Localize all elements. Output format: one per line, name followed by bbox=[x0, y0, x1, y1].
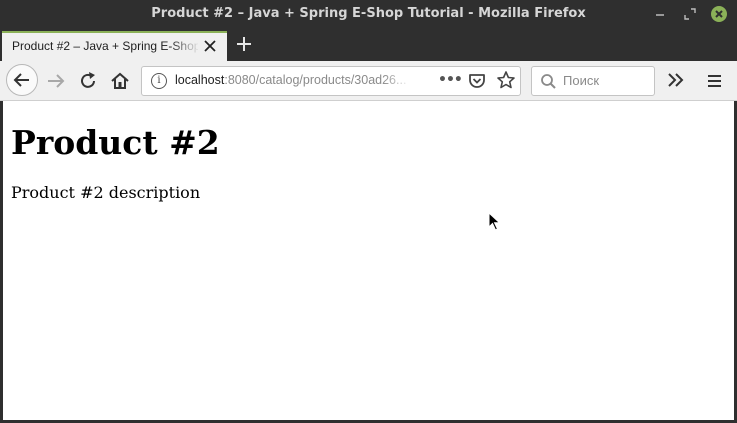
info-icon[interactable]: i bbox=[151, 73, 167, 89]
navigation-toolbar: i localhost:8080/catalog/products/30ad26… bbox=[0, 61, 737, 101]
page-content: Product #2 Product #2 description bbox=[3, 101, 734, 420]
close-icon bbox=[715, 10, 723, 18]
mouse-cursor-icon bbox=[488, 211, 502, 236]
page-actions-button[interactable]: ••• bbox=[438, 71, 463, 91]
url-fade bbox=[382, 69, 412, 93]
close-window-button[interactable] bbox=[711, 6, 727, 22]
minimize-button[interactable] bbox=[652, 6, 668, 22]
star-icon bbox=[497, 71, 515, 89]
arrow-right-icon bbox=[48, 74, 65, 88]
title-bar: Product #2 – Java + Spring E-Shop Tutori… bbox=[0, 0, 737, 30]
reload-button[interactable] bbox=[77, 70, 99, 92]
hamburger-icon bbox=[708, 75, 721, 77]
search-bar[interactable]: Поиск bbox=[531, 66, 655, 96]
url-text[interactable]: localhost:8080/catalog/products/30ad26..… bbox=[175, 73, 407, 87]
maximize-icon bbox=[684, 8, 696, 20]
home-button[interactable] bbox=[109, 70, 131, 92]
pocket-button[interactable] bbox=[468, 72, 486, 94]
toolbar-overflow-button[interactable] bbox=[664, 69, 688, 91]
product-description: Product #2 description bbox=[11, 183, 201, 202]
maximize-button[interactable] bbox=[682, 6, 698, 22]
pocket-icon bbox=[469, 74, 485, 88]
arrow-left-icon bbox=[13, 73, 29, 87]
url-path: :8080/catalog/products/30ad26... bbox=[224, 73, 407, 87]
plus-icon bbox=[237, 37, 251, 51]
forward-button[interactable] bbox=[45, 70, 67, 92]
tab-close-button[interactable] bbox=[201, 37, 219, 55]
home-icon bbox=[111, 72, 129, 89]
bookmark-star-button[interactable] bbox=[496, 70, 516, 95]
reload-icon bbox=[81, 72, 95, 88]
search-placeholder: Поиск bbox=[563, 73, 600, 88]
tab-product-2[interactable]: Product #2 – Java + Spring E-Shop Tutori… bbox=[2, 31, 227, 61]
close-tab-icon bbox=[204, 40, 216, 52]
hamburger-menu-button[interactable] bbox=[704, 70, 726, 92]
tab-label-fade bbox=[170, 33, 200, 61]
address-bar[interactable]: i localhost:8080/catalog/products/30ad26… bbox=[141, 66, 521, 96]
new-tab-button[interactable] bbox=[234, 34, 254, 54]
window-title: Product #2 – Java + Spring E-Shop Tutori… bbox=[151, 6, 586, 21]
chevron-double-right-icon bbox=[668, 73, 684, 87]
url-host: localhost bbox=[175, 73, 225, 87]
tab-strip: Product #2 – Java + Spring E-Shop Tutori… bbox=[0, 30, 737, 61]
back-button[interactable] bbox=[6, 64, 38, 96]
browser-window: Product #2 – Java + Spring E-Shop Tutori… bbox=[0, 0, 737, 423]
product-heading: Product #2 bbox=[11, 123, 220, 162]
minimize-icon bbox=[656, 14, 664, 16]
search-icon bbox=[540, 73, 558, 95]
